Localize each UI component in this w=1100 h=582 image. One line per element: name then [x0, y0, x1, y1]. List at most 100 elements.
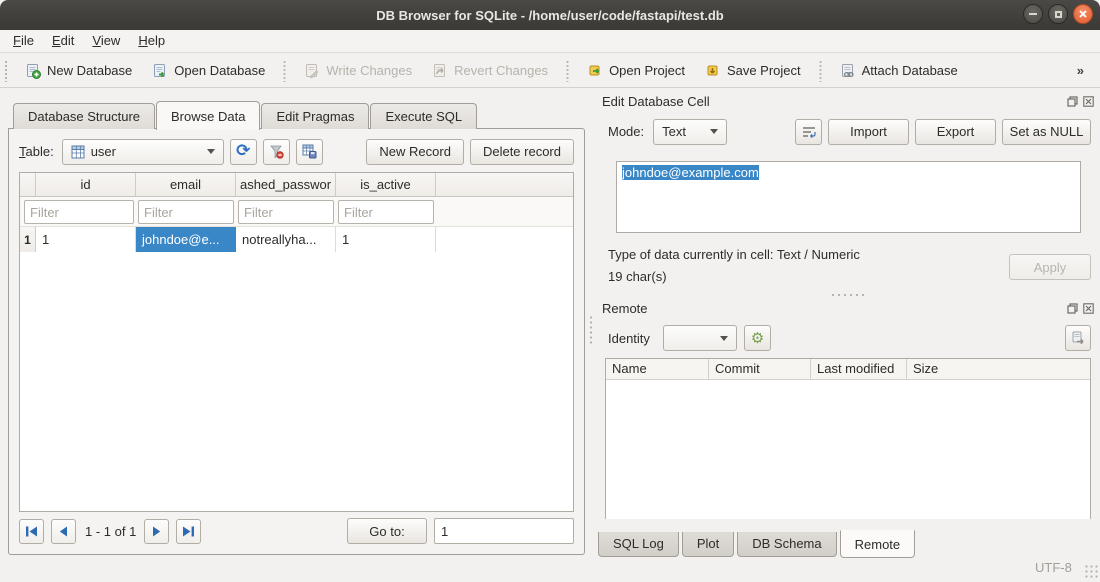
- dock-close-icon[interactable]: [1082, 302, 1094, 314]
- tab-sql-log[interactable]: SQL Log: [598, 532, 679, 557]
- save-results-button[interactable]: [296, 139, 323, 165]
- encoding-status: UTF-8: [1035, 560, 1072, 575]
- cell-editor-textarea[interactable]: johndoe@example.com: [616, 161, 1081, 233]
- previous-page-button[interactable]: [51, 519, 76, 544]
- upload-database-icon: [1071, 331, 1085, 345]
- dock-float-icon[interactable]: [1066, 302, 1078, 314]
- word-wrap-icon: [802, 126, 816, 138]
- revert-changes-icon: [432, 63, 448, 79]
- table-selector-value: user: [91, 144, 116, 159]
- delete-record-button[interactable]: Delete record: [470, 139, 574, 165]
- menu-view[interactable]: View: [83, 30, 129, 52]
- column-header-hashed-password[interactable]: ashed_passwor: [236, 173, 336, 196]
- dock-splitter-handle[interactable]: [830, 293, 866, 297]
- new-record-button[interactable]: New Record: [366, 139, 464, 165]
- cell-is-active[interactable]: 1: [336, 227, 436, 252]
- open-database-label: Open Database: [174, 63, 265, 78]
- cell-email-selected[interactable]: johndoe@e...: [136, 227, 236, 252]
- cell-hashed-password[interactable]: notreallyha...: [236, 227, 336, 252]
- gear-icon: ⚙: [751, 331, 764, 346]
- remote-col-size[interactable]: Size: [907, 359, 1090, 379]
- menu-edit[interactable]: Edit: [43, 30, 83, 52]
- remote-col-last-modified[interactable]: Last modified: [811, 359, 907, 379]
- toolbar-drag-handle[interactable]: [4, 60, 9, 82]
- next-page-button[interactable]: [144, 519, 169, 544]
- import-button[interactable]: Import: [828, 119, 909, 145]
- open-project-icon: [587, 63, 603, 79]
- cell-type-info: Type of data currently in cell: Text / N…: [608, 244, 998, 266]
- right-docks: Edit Database Cell Mode: Text: [597, 88, 1100, 558]
- last-page-button[interactable]: [176, 519, 201, 544]
- remote-col-name[interactable]: Name: [606, 359, 709, 379]
- previous-page-icon: [59, 526, 68, 537]
- goto-input[interactable]: [434, 518, 574, 544]
- edit-cell-title: Edit Database Cell: [602, 94, 710, 109]
- table-selector[interactable]: user: [62, 139, 224, 165]
- attach-database-icon: [840, 63, 856, 79]
- column-header-id[interactable]: id: [36, 173, 136, 196]
- title-bar[interactable]: DB Browser for SQLite - /home/user/code/…: [0, 0, 1100, 30]
- filter-input-id[interactable]: [24, 200, 134, 224]
- open-database-icon: [152, 63, 168, 79]
- column-header-is-active[interactable]: is_active: [336, 173, 436, 196]
- minimize-icon[interactable]: [1023, 4, 1043, 24]
- filter-input-hashed-password[interactable]: [238, 200, 334, 224]
- filter-input-email[interactable]: [138, 200, 234, 224]
- remote-identity-row: Identity ⚙: [597, 324, 1100, 352]
- filter-input-is-active[interactable]: [338, 200, 434, 224]
- save-project-label: Save Project: [727, 63, 801, 78]
- new-database-label: New Database: [47, 63, 132, 78]
- column-header-email[interactable]: email: [136, 173, 236, 196]
- dock-float-icon[interactable]: [1066, 95, 1078, 107]
- close-icon[interactable]: [1073, 4, 1093, 24]
- open-project-button[interactable]: Open Project: [577, 58, 695, 84]
- refresh-button[interactable]: ⟳: [230, 139, 257, 165]
- toolbar-separator: [566, 60, 569, 82]
- manage-identities-button[interactable]: ⚙: [744, 325, 771, 351]
- table-row: 1 1 johndoe@e... notreallyha... 1: [20, 227, 573, 252]
- panel-splitter-handle[interactable]: [589, 315, 593, 345]
- cell-id[interactable]: 1: [36, 227, 136, 252]
- tab-execute-sql[interactable]: Execute SQL: [370, 103, 477, 129]
- dock-close-icon[interactable]: [1082, 95, 1094, 107]
- browse-controls: Table: user ⟳: [19, 138, 574, 165]
- tab-edit-pragmas[interactable]: Edit Pragmas: [261, 103, 369, 129]
- tab-browse-data[interactable]: Browse Data: [156, 101, 260, 130]
- tab-remote[interactable]: Remote: [840, 530, 916, 558]
- save-project-button[interactable]: Save Project: [695, 58, 811, 84]
- menu-help[interactable]: Help: [129, 30, 174, 52]
- new-database-button[interactable]: New Database: [15, 58, 142, 84]
- goto-button[interactable]: Go to:: [347, 518, 427, 544]
- grid-filter-row: [20, 197, 573, 227]
- remote-col-commit[interactable]: Commit: [709, 359, 811, 379]
- revert-changes-button: Revert Changes: [422, 58, 558, 84]
- clear-filters-button[interactable]: [263, 139, 290, 165]
- main-tabs: Database Structure Browse Data Edit Prag…: [8, 100, 585, 129]
- mode-selector[interactable]: Text: [653, 119, 727, 145]
- set-as-null-button[interactable]: Set as NULL: [1002, 119, 1091, 145]
- identity-label: Identity: [608, 331, 650, 346]
- attach-database-button[interactable]: Attach Database: [830, 58, 968, 84]
- export-button[interactable]: Export: [915, 119, 996, 145]
- first-page-button[interactable]: [19, 519, 44, 544]
- word-wrap-button[interactable]: [795, 119, 822, 145]
- menu-file[interactable]: File: [4, 30, 43, 52]
- next-page-icon: [152, 526, 161, 537]
- last-page-icon: [182, 526, 195, 537]
- write-changes-icon: [304, 63, 320, 79]
- toolbar-overflow-button[interactable]: »: [1071, 61, 1090, 80]
- write-changes-button: Write Changes: [294, 58, 422, 84]
- open-project-label: Open Project: [609, 63, 685, 78]
- chevron-down-icon: [710, 129, 718, 134]
- identity-selector[interactable]: [663, 325, 737, 351]
- maximize-icon[interactable]: [1048, 4, 1068, 24]
- row-number[interactable]: 1: [20, 227, 36, 252]
- open-database-button[interactable]: Open Database: [142, 58, 275, 84]
- grid-header: id email ashed_passwor is_active: [20, 173, 573, 197]
- tab-plot[interactable]: Plot: [682, 532, 734, 557]
- cell-info: Type of data currently in cell: Text / N…: [608, 244, 998, 288]
- tab-db-schema[interactable]: DB Schema: [737, 532, 836, 557]
- tab-database-structure[interactable]: Database Structure: [13, 103, 155, 129]
- upload-database-button[interactable]: [1065, 325, 1091, 351]
- resize-grip[interactable]: [1084, 564, 1098, 578]
